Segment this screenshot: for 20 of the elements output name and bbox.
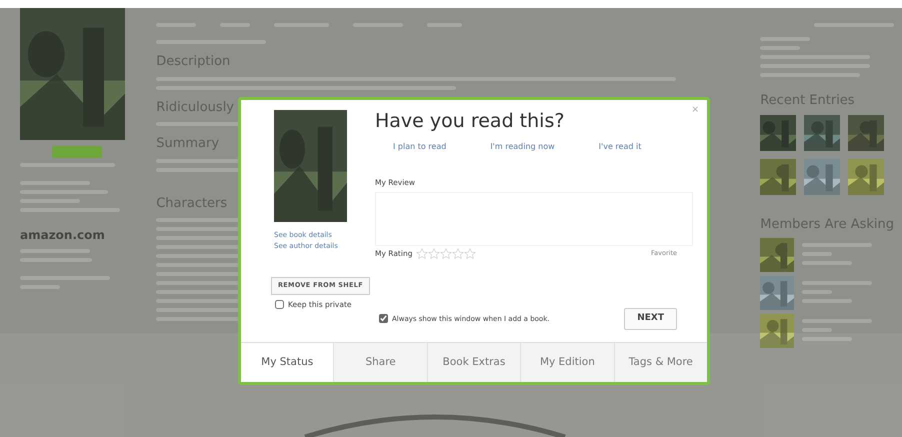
- star-icon[interactable]: [428, 248, 440, 260]
- status-link[interactable]: I've read it: [598, 140, 642, 153]
- status-link[interactable]: I'm reading now: [490, 140, 555, 153]
- close-icon[interactable]: ×: [691, 104, 699, 118]
- status-link[interactable]: I plan to read: [393, 140, 446, 153]
- star-icon[interactable]: [464, 248, 476, 260]
- next-button[interactable]: NEXT: [624, 308, 677, 330]
- dialog-title: Have you read this?: [375, 110, 566, 133]
- star-icon[interactable]: [440, 248, 452, 260]
- shelf-button[interactable]: [52, 146, 102, 158]
- tab[interactable]: My Edition: [520, 343, 614, 382]
- star-rating[interactable]: [416, 248, 476, 260]
- private-checkbox[interactable]: [275, 300, 284, 309]
- store-logo: amazon.com: [20, 227, 106, 244]
- always-show-checkbox[interactable]: [379, 314, 388, 324]
- tab[interactable]: Tags & More: [614, 343, 708, 382]
- star-icon[interactable]: [416, 248, 428, 260]
- tab[interactable]: Book Extras: [426, 343, 520, 382]
- tab[interactable]: Share: [333, 343, 427, 382]
- star-icon[interactable]: [452, 248, 464, 260]
